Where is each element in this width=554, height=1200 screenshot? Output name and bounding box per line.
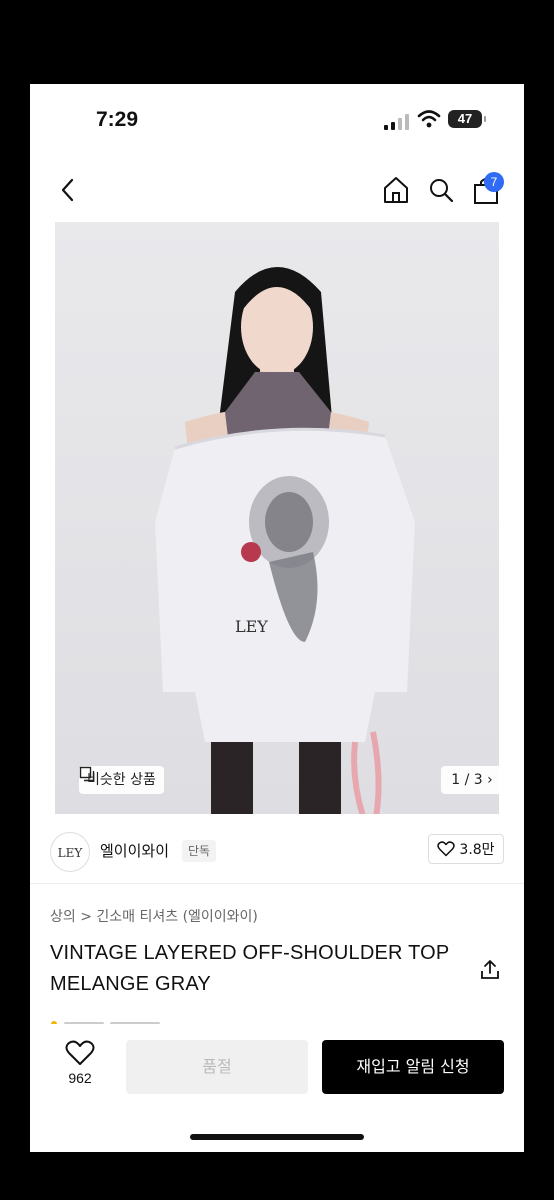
status-bar: 7:29 47 [30, 84, 524, 154]
brand-name[interactable]: 엘이이와이 [100, 840, 169, 861]
image-pager[interactable]: 1 / 3 › [441, 766, 499, 794]
brand-like-count: 3.8만 [459, 842, 495, 858]
wifi-icon [417, 110, 441, 128]
home-icon[interactable] [380, 174, 412, 206]
back-icon[interactable] [54, 174, 82, 206]
copy-icon [79, 766, 95, 782]
product-title: VINTAGE LAYERED OFF-SHOULDER TOP MELANGE… [50, 942, 450, 995]
wishlist-count: 962 [68, 1070, 92, 1086]
status-time: 7:29 [96, 108, 139, 131]
restock-alert-button[interactable]: 재입고 알림 신청 [322, 1040, 504, 1094]
purchase-bar: 962 품절 재입고 알림 신청 [30, 1024, 524, 1152]
brand-logo[interactable]: LEY [50, 832, 90, 872]
svg-text:LEY: LEY [235, 617, 268, 636]
brand-row: LEY 엘이이와이 단독 3.8만 [30, 824, 524, 884]
breadcrumb[interactable]: 상의 > 긴소매 티셔츠 (엘이이와이) [50, 906, 258, 926]
product-image[interactable]: LEY 비슷한 상품 1 / 3 › [55, 222, 499, 814]
exclusive-badge: 단독 [182, 840, 217, 862]
share-icon[interactable] [478, 958, 502, 982]
cart-count-badge: 7 [484, 172, 504, 192]
similar-products-button[interactable]: 비슷한 상품 [79, 766, 164, 794]
search-icon[interactable] [426, 174, 456, 206]
soldout-button[interactable]: 품절 [126, 1040, 308, 1094]
heart-icon [437, 841, 456, 857]
brand-like-button[interactable]: 3.8만 [428, 834, 504, 864]
home-indicator [190, 1134, 364, 1140]
similar-products-label: 비슷한 상품 [87, 772, 156, 788]
wishlist-heart-icon[interactable] [60, 1038, 100, 1068]
model-photo: LEY [155, 267, 415, 814]
battery-icon: 47 [448, 110, 486, 128]
top-navigation: 7 [30, 168, 524, 212]
cellular-signal-icon [384, 114, 409, 130]
app-screen: 7:29 47 7 LEY 비슷한 상품 1 / 3 › LEY 엘이이와이 단… [30, 84, 524, 1152]
